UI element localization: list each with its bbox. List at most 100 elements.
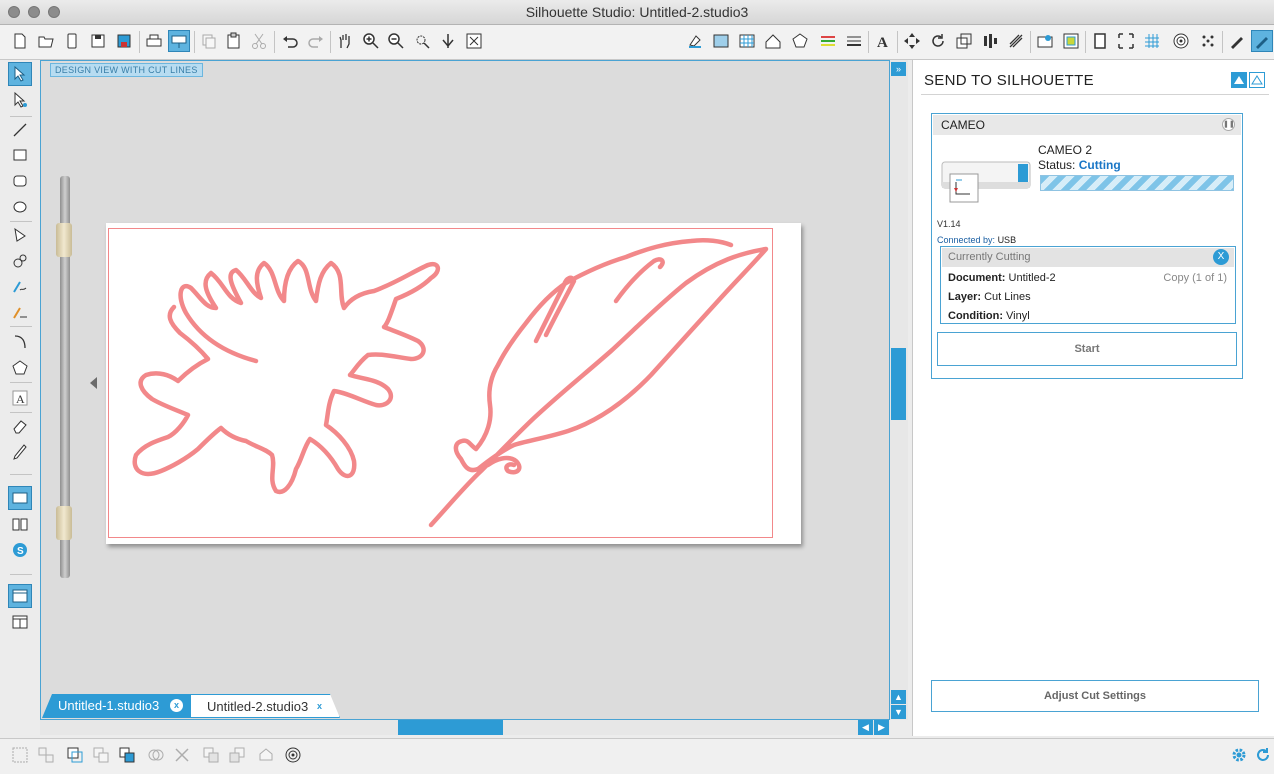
trace-icon[interactable] — [1089, 30, 1111, 52]
modify-icon[interactable] — [1034, 30, 1056, 52]
scroll-left-button[interactable]: ◀ — [858, 720, 873, 735]
library-book-icon[interactable] — [8, 512, 32, 536]
save-icon[interactable] — [87, 30, 109, 52]
offset-shape-icon[interactable] — [255, 744, 277, 766]
silhouette-store-icon[interactable]: S — [8, 538, 32, 562]
tab-untitled-2[interactable]: Untitled-2.studio3 x — [190, 694, 340, 718]
paste-icon[interactable] — [223, 30, 245, 52]
scroll-up-button[interactable]: ▲ — [891, 690, 906, 704]
close-tab-icon[interactable]: x — [170, 699, 183, 712]
open-folder-icon[interactable] — [35, 30, 57, 52]
rounded-rectangle-tool-icon[interactable] — [8, 169, 32, 193]
arc-tool-icon[interactable] — [8, 330, 32, 354]
curve-tool-icon[interactable] — [8, 249, 32, 273]
rotate-icon[interactable] — [927, 30, 949, 52]
delete-icon[interactable] — [171, 744, 193, 766]
transform-icon[interactable] — [901, 30, 923, 52]
svg-text:A: A — [16, 392, 25, 406]
send-to-silhouette-icon[interactable] — [168, 30, 190, 52]
close-tab-icon[interactable]: x — [313, 700, 326, 713]
copy-icon[interactable] — [198, 30, 220, 52]
collapse-panel-button[interactable]: » — [891, 62, 906, 76]
design-page-icon[interactable] — [8, 486, 32, 510]
horizontal-scroll-thumb[interactable] — [398, 720, 503, 735]
offset-icon[interactable] — [1060, 30, 1082, 52]
bring-to-front-icon[interactable] — [116, 744, 138, 766]
scroll-down-button[interactable]: ▼ — [891, 705, 906, 719]
group-icon[interactable] — [9, 744, 31, 766]
registration-marks-icon[interactable] — [1197, 30, 1219, 52]
fit-to-page-icon[interactable] — [463, 30, 485, 52]
new-document-icon[interactable] — [9, 30, 31, 52]
feather-designs[interactable] — [106, 223, 801, 544]
currently-cutting-label: Currently Cutting — [948, 251, 1031, 263]
undo-icon[interactable] — [279, 30, 301, 52]
cut-scissors-icon[interactable] — [248, 30, 270, 52]
replicate-icon[interactable] — [1005, 30, 1027, 52]
make-compound-path-icon[interactable] — [64, 744, 86, 766]
library-icon[interactable] — [61, 30, 83, 52]
scale-icon[interactable] — [953, 30, 975, 52]
split-view-icon[interactable] — [8, 610, 32, 634]
scroll-right-button[interactable]: ▶ — [874, 720, 889, 735]
redo-icon[interactable] — [305, 30, 327, 52]
line-weight-icon[interactable] — [843, 30, 865, 52]
settings-gear-icon[interactable] — [1228, 744, 1250, 766]
print-and-cut-icon[interactable] — [1115, 30, 1137, 52]
fern-leaf-shape — [132, 258, 441, 495]
regular-polygon-icon[interactable] — [8, 356, 32, 380]
align-icon[interactable] — [979, 30, 1001, 52]
single-view-icon[interactable] — [8, 584, 32, 608]
rectangle-tool-icon[interactable] — [8, 143, 32, 167]
triangle-up-icon[interactable] — [1231, 72, 1247, 88]
fill-panel-icon[interactable] — [684, 30, 706, 52]
line-tool-icon[interactable] — [8, 118, 32, 142]
duplicate-right-icon[interactable] — [226, 744, 248, 766]
start-button[interactable]: Start — [937, 332, 1237, 366]
drag-zoom-icon[interactable] — [437, 30, 459, 52]
panel-title: SEND TO SILHOUETTE — [924, 72, 1094, 89]
document-tabs: Untitled-1.studio3 x Untitled-2.studio3 … — [40, 694, 890, 718]
zoom-in-icon[interactable] — [360, 30, 382, 52]
gradient-panel-icon[interactable] — [710, 30, 732, 52]
cancel-cut-icon[interactable]: X — [1213, 249, 1229, 265]
grid-settings-icon[interactable] — [1141, 30, 1163, 52]
line-style-icon[interactable] — [762, 30, 784, 52]
select-arrow-icon[interactable] — [8, 62, 32, 86]
polygon-tool-icon[interactable] — [8, 223, 32, 247]
edit-points-icon[interactable] — [8, 88, 32, 112]
zoom-out-icon[interactable] — [385, 30, 407, 52]
line-color-icon[interactable] — [817, 30, 839, 52]
release-compound-icon[interactable] — [90, 744, 112, 766]
duplicate-left-icon[interactable] — [200, 744, 222, 766]
cutting-mat[interactable] — [106, 223, 801, 544]
eraser-tool-icon[interactable] — [8, 414, 32, 438]
layer-value: Cut Lines — [984, 291, 1031, 303]
pan-hand-icon[interactable] — [334, 30, 356, 52]
text-tool-icon[interactable]: A — [8, 386, 32, 410]
ellipse-tool-icon[interactable] — [8, 195, 32, 219]
sync-icon[interactable] — [1252, 744, 1274, 766]
adjust-cut-settings-button[interactable]: Adjust Cut Settings — [931, 680, 1259, 712]
trace-target-icon[interactable] — [282, 744, 304, 766]
zoom-select-icon[interactable] — [411, 30, 433, 52]
freehand-tool-icon[interactable] — [8, 274, 32, 298]
ungroup-icon[interactable] — [35, 744, 57, 766]
smooth-freehand-icon[interactable] — [8, 300, 32, 324]
send-panel-icon[interactable] — [1251, 30, 1273, 52]
save-to-library-icon[interactable] — [113, 30, 135, 52]
shadow-panel-icon[interactable] — [789, 30, 811, 52]
document-label: Document: — [948, 272, 1006, 284]
knife-tool-icon[interactable] — [8, 440, 32, 464]
print-icon[interactable] — [143, 30, 165, 52]
vertical-scroll-thumb[interactable] — [891, 348, 906, 420]
device-header: CAMEO ❚❚ — [933, 115, 1241, 135]
page-setup-icon[interactable] — [1170, 30, 1192, 52]
fill-pattern-icon[interactable] — [736, 30, 758, 52]
triangle-outline-icon[interactable] — [1249, 72, 1265, 88]
cut-settings-blade-icon[interactable] — [1226, 30, 1248, 52]
pause-icon[interactable]: ❚❚ — [1222, 118, 1235, 131]
text-style-icon[interactable]: A — [872, 30, 894, 52]
tab-untitled-1[interactable]: Untitled-1.studio3 x — [42, 694, 190, 718]
weld-icon[interactable] — [145, 744, 167, 766]
